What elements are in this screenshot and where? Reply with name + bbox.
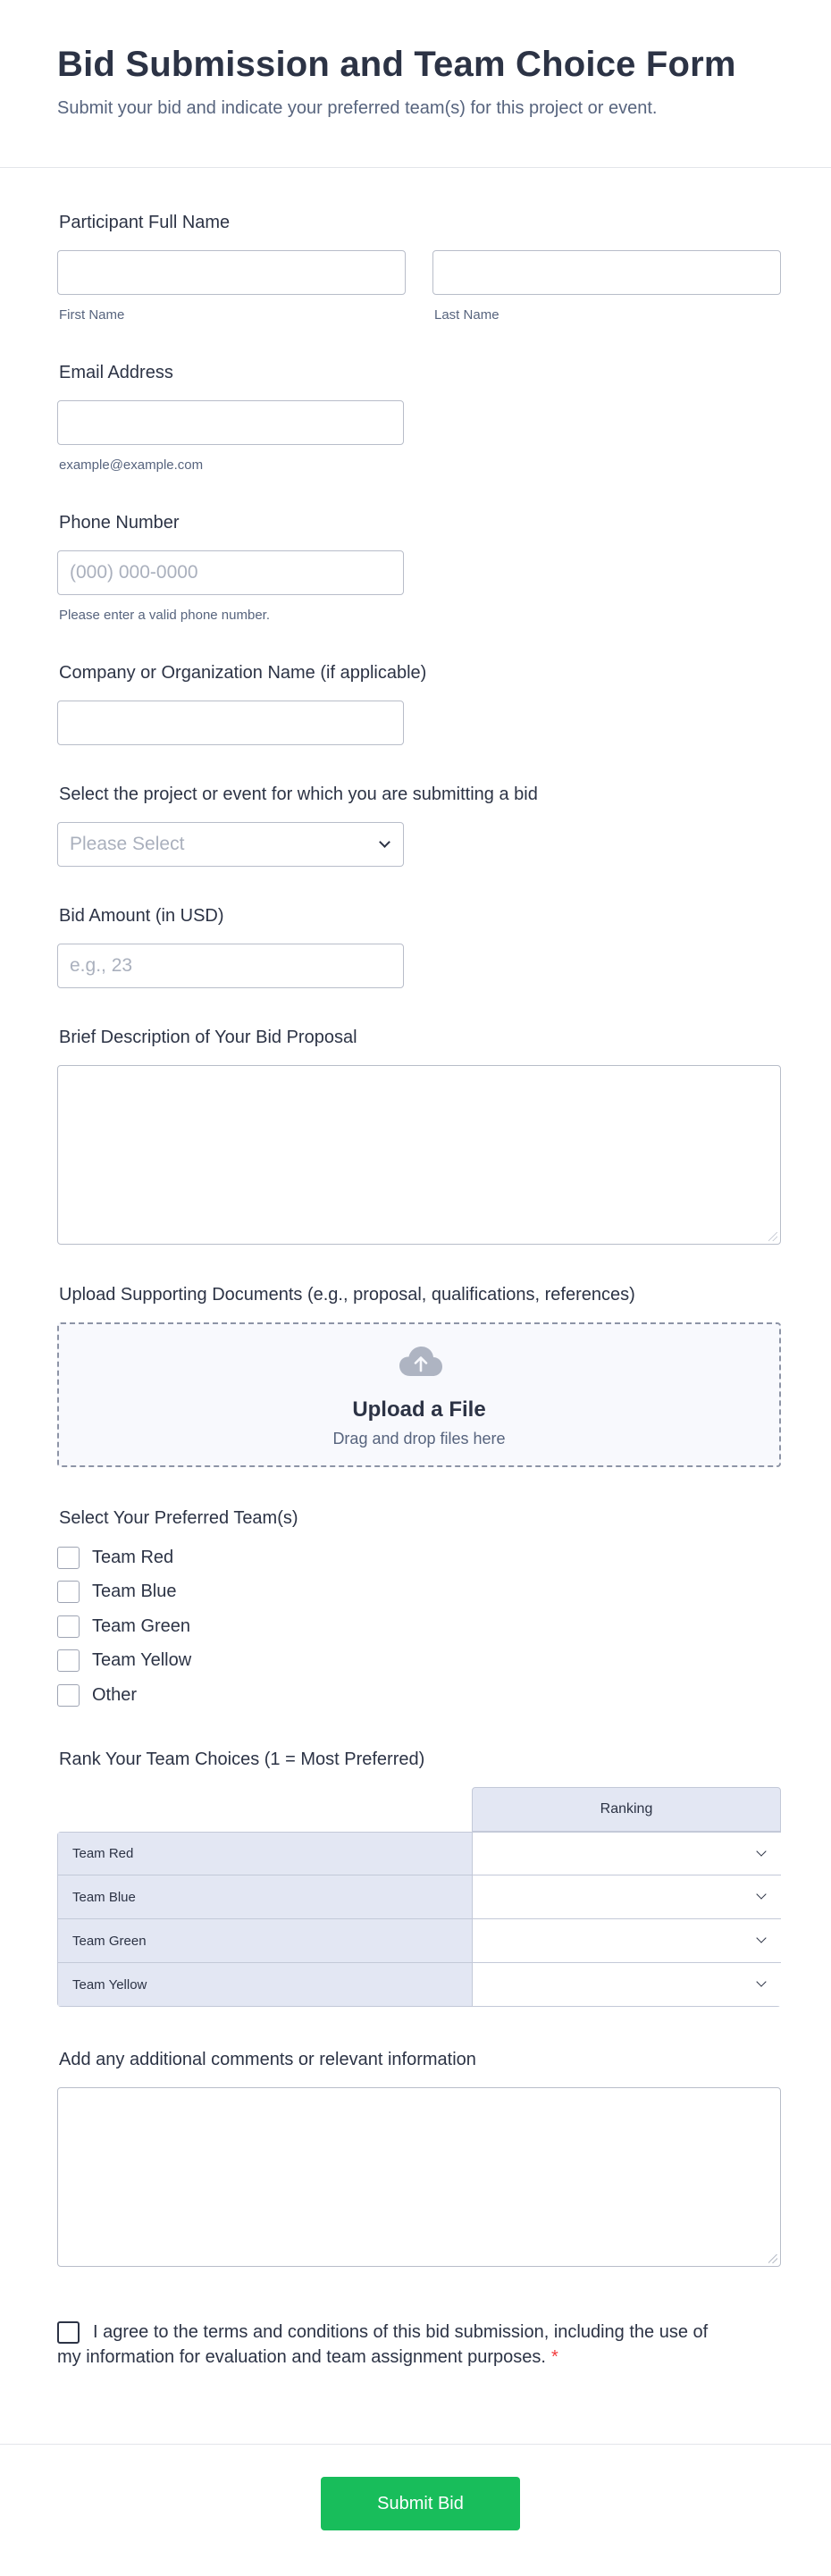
ranking-row-label: Team Yellow bbox=[58, 1963, 473, 2006]
team-option[interactable]: Team Red bbox=[57, 1546, 173, 1569]
ranking-matrix: Ranking Team Red Team Blue Team Green Te… bbox=[57, 1787, 781, 2009]
terms-text-wrap: I agree to the terms and conditions of t… bbox=[57, 2320, 718, 2370]
resize-handle-icon[interactable] bbox=[768, 2254, 777, 2263]
last-name-input[interactable] bbox=[432, 250, 781, 295]
upload-label: Upload Supporting Documents (e.g., propo… bbox=[59, 1285, 635, 1305]
team-option-label: Team Red bbox=[92, 1547, 174, 1567]
description-textarea[interactable] bbox=[57, 1065, 781, 1245]
upload-title: Upload a File bbox=[352, 1397, 486, 1422]
phone-sublabel: Please enter a valid phone number. bbox=[59, 608, 270, 623]
project-select-value: Please Select bbox=[70, 834, 185, 854]
project-select[interactable]: Please Select bbox=[57, 822, 404, 867]
comments-textarea[interactable] bbox=[57, 2087, 781, 2267]
ranking-column-header: Ranking bbox=[472, 1787, 781, 1832]
upload-hint: Drag and drop files here bbox=[332, 1430, 506, 1447]
description-label: Brief Description of Your Bid Proposal bbox=[59, 1028, 357, 1047]
terms-agreement: I agree to the terms and conditions of t… bbox=[57, 2320, 718, 2370]
ranking-row-label: Team Red bbox=[58, 1833, 473, 1875]
ranking-select[interactable] bbox=[474, 1875, 781, 1918]
checkbox[interactable] bbox=[57, 1615, 80, 1638]
team-option-label: Other bbox=[92, 1684, 138, 1705]
team-option-label: Team Yellow bbox=[92, 1649, 192, 1670]
team-option[interactable]: Team Blue bbox=[57, 1580, 177, 1603]
table-row: Team Red bbox=[57, 1832, 781, 1875]
checkbox[interactable] bbox=[57, 1546, 80, 1569]
checkbox[interactable] bbox=[57, 1649, 80, 1672]
ranking-row-label: Team Blue bbox=[58, 1875, 473, 1918]
ranking-select[interactable] bbox=[474, 1919, 781, 1962]
chevron-down-icon bbox=[756, 1933, 767, 1943]
form-subtitle: Submit your bid and indicate your prefer… bbox=[57, 98, 658, 118]
chevron-down-icon bbox=[756, 1889, 767, 1900]
ranking-row-label: Team Green bbox=[58, 1919, 473, 1962]
phone-label: Phone Number bbox=[59, 513, 180, 533]
chevron-down-icon bbox=[379, 836, 390, 848]
chevron-down-icon bbox=[756, 1976, 767, 1987]
full-name-label: Participant Full Name bbox=[59, 213, 231, 232]
required-mark: * bbox=[550, 2347, 558, 2367]
company-input[interactable] bbox=[57, 701, 404, 745]
teams-label: Select Your Preferred Team(s) bbox=[59, 1508, 298, 1528]
ranking-select[interactable] bbox=[474, 1963, 781, 2006]
team-option[interactable]: Other bbox=[57, 1683, 137, 1707]
project-label: Select the project or event for which yo… bbox=[59, 785, 538, 804]
terms-checkbox[interactable] bbox=[57, 2321, 80, 2344]
team-option[interactable]: Team Green bbox=[57, 1615, 190, 1638]
phone-input[interactable]: (000) 000-0000 bbox=[57, 550, 404, 595]
file-upload-dropzone[interactable]: Upload a File Drag and drop files here bbox=[57, 1322, 781, 1467]
ranking-select[interactable] bbox=[474, 1833, 781, 1875]
checkbox[interactable] bbox=[57, 1580, 80, 1603]
chevron-down-icon bbox=[756, 1846, 767, 1857]
company-label: Company or Organization Name (if applica… bbox=[59, 663, 427, 683]
form-header: Bid Submission and Team Choice Form Subm… bbox=[0, 0, 831, 168]
team-option[interactable]: Team Yellow bbox=[57, 1649, 191, 1672]
resize-handle-icon[interactable] bbox=[768, 1232, 777, 1241]
last-name-sublabel: Last Name bbox=[434, 307, 499, 323]
email-label: Email Address bbox=[59, 363, 173, 382]
comments-label: Add any additional comments or relevant … bbox=[59, 2050, 476, 2069]
table-row: Team Yellow bbox=[57, 1963, 781, 2007]
email-sublabel: example@example.com bbox=[59, 457, 204, 473]
first-name-input[interactable] bbox=[57, 250, 406, 295]
email-input[interactable] bbox=[57, 400, 404, 445]
bid-amount-label: Bid Amount (in USD) bbox=[59, 906, 224, 926]
terms-text: I agree to the terms and conditions of t… bbox=[57, 2322, 709, 2367]
team-option-label: Team Green bbox=[92, 1615, 191, 1636]
first-name-sublabel: First Name bbox=[59, 307, 125, 323]
ranking-label: Rank Your Team Choices (1 = Most Preferr… bbox=[59, 1749, 425, 1769]
team-option-label: Team Blue bbox=[92, 1581, 177, 1601]
cloud-upload-icon bbox=[399, 1347, 442, 1376]
table-row: Team Green bbox=[57, 1919, 781, 1963]
table-row: Team Blue bbox=[57, 1875, 781, 1919]
checkbox[interactable] bbox=[57, 1683, 80, 1707]
bid-amount-input[interactable]: e.g., 23 bbox=[57, 944, 404, 988]
form-footer: Submit Bid bbox=[0, 2444, 831, 2576]
submit-button[interactable]: Submit Bid bbox=[321, 2477, 520, 2530]
form-title: Bid Submission and Team Choice Form bbox=[57, 45, 736, 84]
